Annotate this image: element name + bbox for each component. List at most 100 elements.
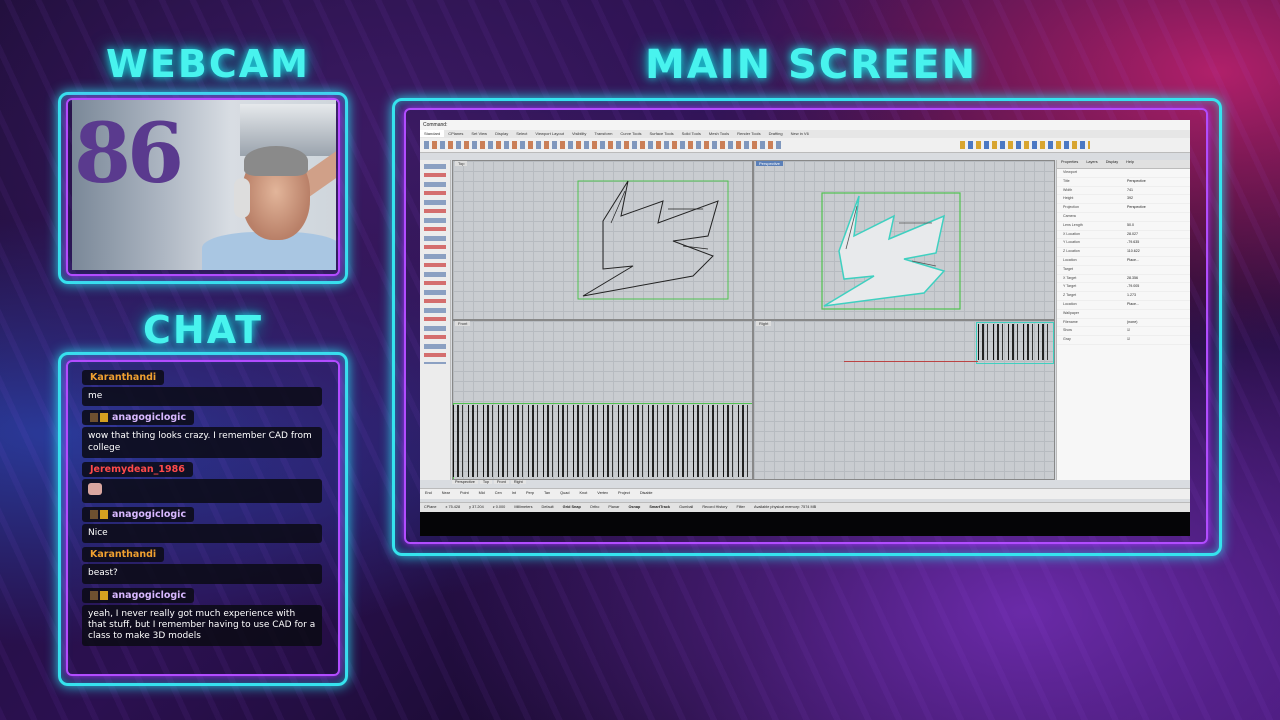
property-value[interactable]: 1.273	[1127, 293, 1136, 297]
viewport-right[interactable]: Right	[753, 320, 1055, 480]
status-grid-snap[interactable]: Grid Snap	[563, 505, 581, 509]
property-value[interactable]: -79.635	[1127, 240, 1139, 244]
emote-icon	[88, 482, 102, 495]
tab-drafting[interactable]: Drafting	[765, 130, 787, 137]
property-value[interactable]: Place...	[1127, 258, 1139, 262]
tab-visibility[interactable]: Visibility	[568, 130, 590, 137]
osnap-tan[interactable]: Tan	[544, 491, 550, 495]
tab-layers[interactable]: Layers	[1086, 160, 1097, 164]
property-key: Location	[1063, 257, 1077, 262]
chat-text: yeah, I never really got much experience…	[82, 604, 322, 647]
status-filter[interactable]: Filter	[736, 505, 744, 509]
command-prompt: Command:	[423, 122, 448, 128]
osnap-int[interactable]: Int	[512, 491, 516, 495]
property-key: Wallpaper	[1063, 310, 1080, 315]
main-toolbar	[420, 138, 1190, 153]
property-value[interactable]: ☑	[1127, 328, 1130, 332]
status-units[interactable]: Millimeters	[514, 505, 532, 509]
property-value[interactable]: 110.622	[1127, 249, 1140, 253]
right-view-axis-line	[844, 361, 978, 362]
status-bar: CPlane x 75.428 y 37.204 z 0.000 Millime…	[420, 502, 1190, 512]
property-value[interactable]: -79.005	[1127, 284, 1139, 288]
osnap-mid[interactable]: Mid	[479, 491, 485, 495]
viewport-tab-perspective[interactable]: Perspective	[452, 480, 478, 484]
chat-message: Karanthandi beast?	[82, 547, 322, 584]
tab-viewport-layout[interactable]: Viewport Layout	[531, 130, 568, 137]
status-planar[interactable]: Planar	[608, 505, 619, 509]
status-record-history[interactable]: Record History	[702, 505, 727, 509]
chat-text: wow that thing looks crazy. I remember C…	[82, 427, 322, 458]
status-z: z 0.000	[492, 505, 506, 509]
tab-new-in-v6[interactable]: New in V6	[787, 130, 813, 137]
property-value[interactable]: (none)	[1127, 320, 1137, 324]
osnap-project[interactable]: Project	[618, 491, 630, 495]
property-value[interactable]: 28.027	[1127, 232, 1138, 236]
toolbar-icons[interactable]	[424, 141, 784, 149]
tab-display[interactable]: Display	[491, 130, 512, 137]
osnap-end[interactable]: End	[425, 491, 432, 495]
chat-message: Jeremydean_1986	[82, 461, 322, 503]
property-value[interactable]: Perspective	[1127, 205, 1146, 209]
tab-transform[interactable]: Transform	[590, 130, 616, 137]
tab-set-view[interactable]: Set View	[467, 130, 491, 137]
viewport-label[interactable]: Right	[756, 321, 772, 326]
chat-username-text: anagogiclogic	[112, 589, 187, 601]
osnap-cen[interactable]: Cen	[495, 491, 502, 495]
webcam-heading: WEBCAM	[106, 42, 310, 86]
viewport-tab-right[interactable]: Right	[510, 480, 526, 484]
toolbar-icons-right[interactable]	[960, 141, 1090, 149]
status-ortho[interactable]: Ortho	[590, 505, 600, 509]
tab-curve-tools[interactable]: Curve Tools	[616, 130, 645, 137]
property-key: Lens Length	[1063, 222, 1083, 227]
screen-bottom-bar	[420, 512, 1190, 536]
property-value[interactable]: 741	[1127, 188, 1133, 192]
viewport-top[interactable]: Top	[452, 160, 753, 320]
viewport-perspective[interactable]: Perspective	[753, 160, 1055, 320]
tab-solid-tools[interactable]: Solid Tools	[678, 130, 705, 137]
osnap-vertex[interactable]: Vertex	[597, 491, 608, 495]
chat-message: anagogiclogic wow that thing looks crazy…	[82, 410, 322, 458]
property-value[interactable]: ☑	[1127, 337, 1130, 341]
property-row: Y Location -79.635	[1057, 239, 1190, 249]
status-layer[interactable]: Default	[542, 505, 554, 509]
property-key: Z Target	[1063, 293, 1077, 298]
chat-panel: Karanthandi me anagogiclogic wow that th…	[82, 370, 322, 660]
property-value[interactable]: Place...	[1127, 302, 1139, 306]
osnap-quad[interactable]: Quad	[560, 491, 569, 495]
property-value[interactable]: 28.356	[1127, 276, 1138, 280]
tab-mesh-tools[interactable]: Mesh Tools	[705, 130, 733, 137]
chat-username-text: anagogiclogic	[112, 509, 187, 520]
osnap-near[interactable]: Near	[442, 491, 450, 495]
tab-standard[interactable]: Standard	[420, 130, 445, 137]
tab-cplanes[interactable]: CPlanes	[444, 130, 467, 137]
status-cplane: CPlane	[424, 505, 437, 509]
status-osnap[interactable]: Osnap	[628, 505, 640, 509]
cad-application-window: Command: Standard CPlanes Set View Display S…	[420, 120, 1190, 512]
property-value[interactable]: Perspective	[1127, 179, 1146, 183]
left-toolbar-icons[interactable]	[424, 164, 446, 364]
property-value[interactable]: 392	[1127, 196, 1133, 200]
properties-tabs: Properties Layers Display Help	[1057, 160, 1190, 169]
property-row: Y Target -79.005	[1057, 283, 1190, 293]
property-row: X Location 28.027	[1057, 231, 1190, 240]
viewport-tab-front[interactable]: Front	[493, 480, 509, 484]
viewport-front[interactable]: Front	[452, 320, 753, 480]
osnap-knot[interactable]: Knot	[579, 491, 587, 495]
property-value[interactable]: 50.0	[1127, 223, 1134, 227]
viewport-tab-top[interactable]: Top	[479, 480, 492, 484]
property-key: X Location	[1063, 231, 1080, 236]
osnap-disable[interactable]: Disable	[640, 491, 653, 495]
status-x: x 75.428	[445, 505, 461, 509]
tab-render-tools[interactable]: Render Tools	[733, 130, 765, 137]
viewport-label[interactable]: Front	[455, 321, 471, 326]
status-smarttrack[interactable]: SmartTrack	[649, 505, 670, 509]
property-row: Height 392	[1057, 195, 1190, 205]
tab-display-panel[interactable]: Display	[1106, 160, 1118, 164]
tab-select[interactable]: Select	[512, 130, 531, 137]
osnap-perp[interactable]: Perp	[526, 491, 534, 495]
tab-surface-tools[interactable]: Surface Tools	[645, 130, 677, 137]
tab-properties[interactable]: Properties	[1061, 160, 1078, 164]
status-gumball[interactable]: Gumball	[679, 505, 693, 509]
tab-help[interactable]: Help	[1126, 160, 1134, 164]
osnap-point[interactable]: Point	[460, 491, 469, 495]
